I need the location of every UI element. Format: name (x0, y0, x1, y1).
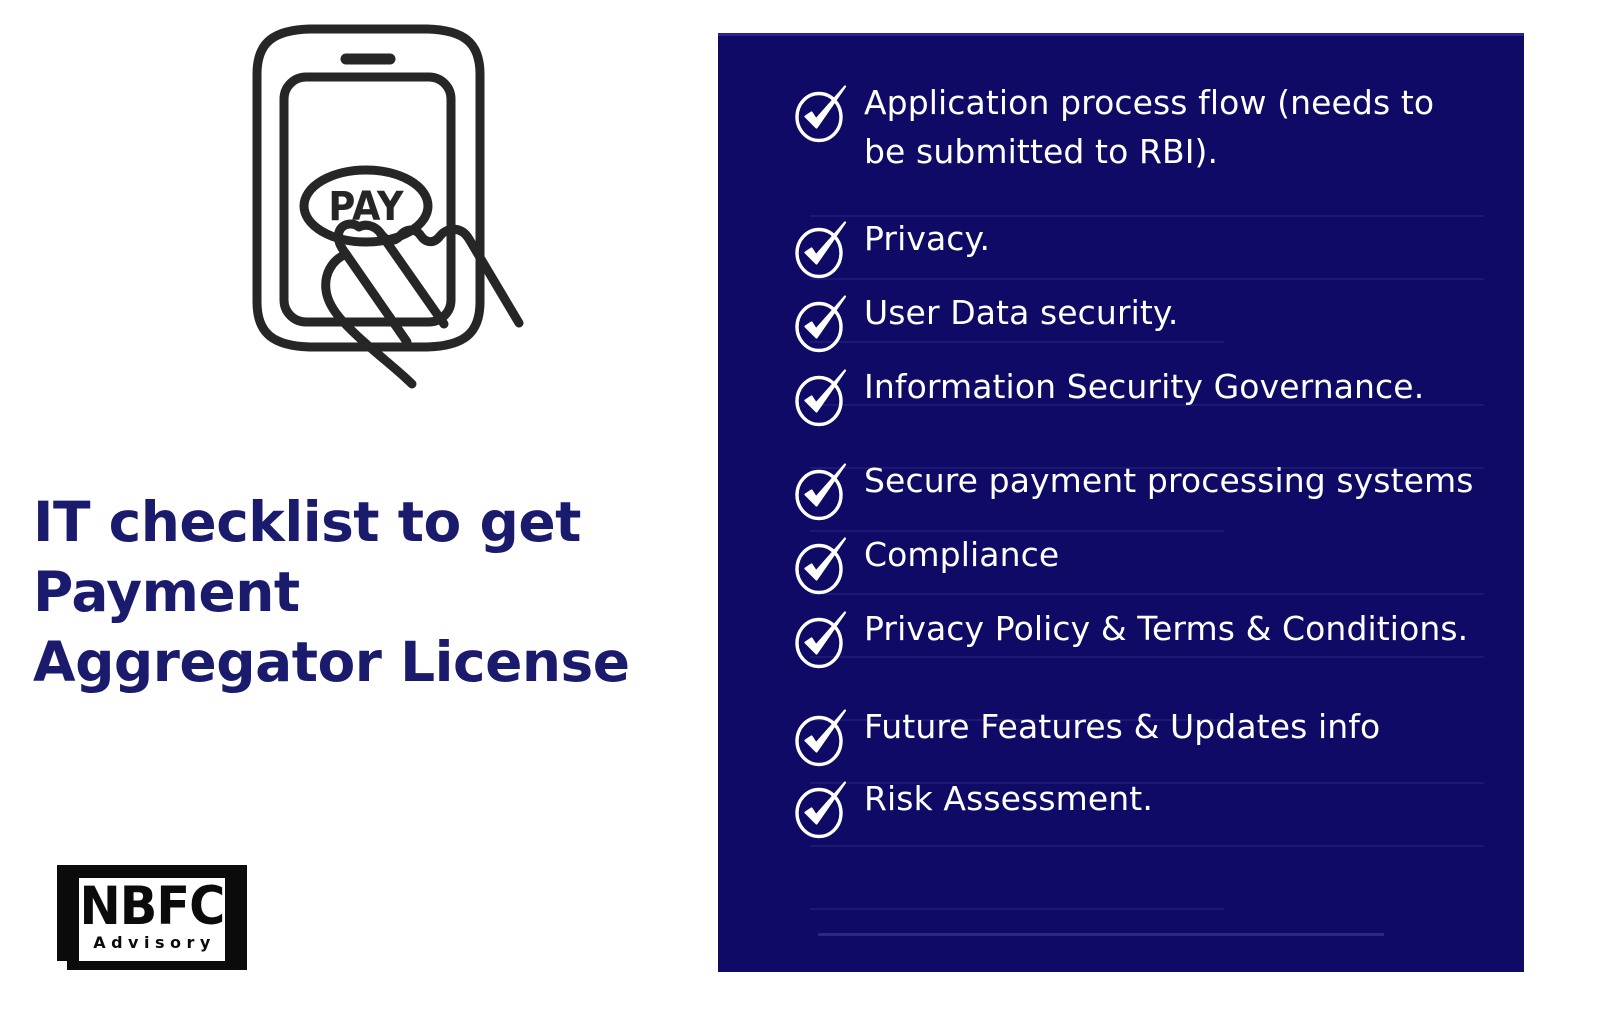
logo-primary-text: NBFC (79, 876, 226, 937)
check-circle-icon (790, 292, 852, 354)
page-title: IT checklist to get Payment Aggregator L… (33, 490, 630, 694)
checklist-list: Application process flow (needs to be su… (718, 33, 1524, 840)
panel-rule-line (810, 908, 1224, 910)
left-column: PAY IT checklist to get Payment Aggregat… (0, 0, 700, 1016)
checklist-item: User Data security. (718, 288, 1524, 354)
check-circle-icon (790, 608, 852, 670)
checklist-item-label: Secure payment processing systems (864, 461, 1474, 500)
infographic-canvas: PAY IT checklist to get Payment Aggregat… (0, 0, 1600, 1016)
checklist-item: Secure payment processing systems (718, 456, 1524, 522)
check-circle-icon (790, 778, 852, 840)
checklist-item: Compliance (718, 530, 1524, 596)
checklist-item-label: User Data security. (864, 293, 1179, 332)
checklist-item: Privacy Policy & Terms & Conditions. (718, 604, 1524, 670)
checklist-item: Information Security Governance. (718, 362, 1524, 428)
checklist-item-label: Future Features & Updates info (864, 707, 1381, 746)
nbfc-advisory-logo: NBFC Advisory (57, 855, 247, 970)
check-circle-icon (790, 82, 852, 144)
pay-phone-hand-illustration: PAY (222, 12, 562, 442)
checklist-panel: Application process flow (needs to be su… (718, 33, 1524, 972)
check-circle-icon (790, 706, 852, 768)
checklist-item: Application process flow (needs to be su… (718, 78, 1524, 176)
checklist-item-label: Information Security Governance. (864, 367, 1425, 406)
panel-rule-line (810, 845, 1484, 847)
panel-footer-rule (818, 933, 1384, 936)
check-circle-icon (790, 460, 852, 522)
check-circle-icon (790, 366, 852, 428)
checklist-item: Risk Assessment. (718, 774, 1524, 840)
logo-frame-right (225, 865, 247, 961)
checklist-item: Future Features & Updates info (718, 702, 1524, 768)
checklist-item-label: Privacy Policy & Terms & Conditions. (864, 609, 1469, 648)
logo-frame-bottom (67, 961, 247, 970)
checklist-item-label: Application process flow (needs to be su… (864, 83, 1435, 171)
checklist-item-label: Compliance (864, 535, 1060, 574)
logo-inner: NBFC Advisory (79, 878, 225, 961)
checklist-item: Privacy. (718, 214, 1524, 280)
checklist-item-label: Privacy. (864, 219, 991, 258)
checklist-item-label: Risk Assessment. (864, 779, 1153, 818)
check-circle-icon (790, 534, 852, 596)
check-circle-icon (790, 218, 852, 280)
logo-frame-left (57, 865, 79, 961)
